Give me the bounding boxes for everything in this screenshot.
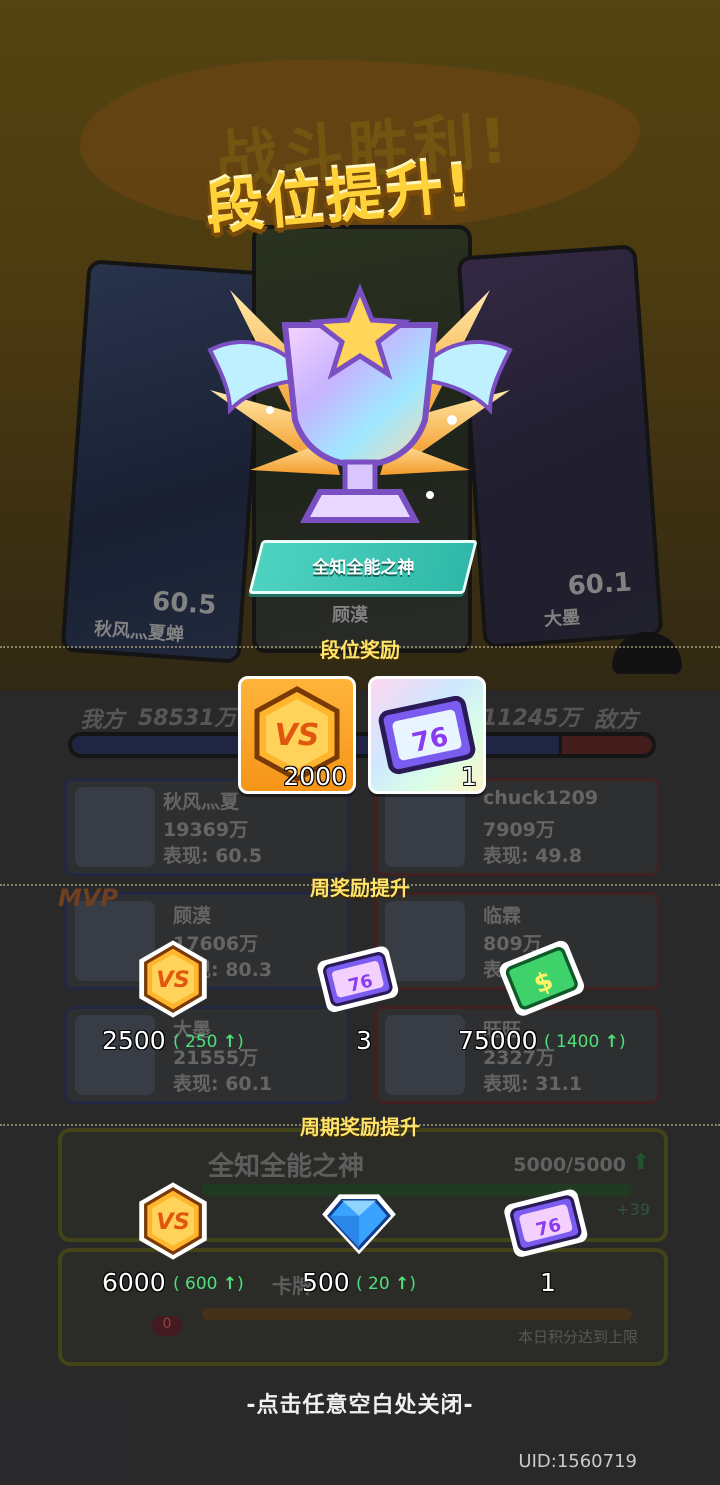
up-arrow-icon: ↑ (604, 1032, 619, 1052)
increase-value: 1400 (556, 1032, 600, 1052)
svg-text:VS: VS (156, 1209, 190, 1235)
close-hint[interactable]: -点击任意空白处关闭- (0, 1387, 720, 1419)
user-id: UID:1560719 (518, 1451, 637, 1472)
diamond-icon (322, 1194, 396, 1255)
cycle-vs-qty: 6000 (102, 1268, 166, 1297)
up-arrow-icon: ↑ (395, 1274, 410, 1294)
rank-reward-ticket: 76 1 (368, 676, 486, 794)
rank-name-banner: 全知全能之神 (248, 540, 478, 594)
weekly-vs-qty: 2500 (102, 1026, 166, 1055)
increase-value: 20 (368, 1274, 390, 1294)
cycle-diamond-qty: 500 (302, 1268, 350, 1297)
increase-value: 600 (185, 1274, 218, 1294)
trophy-icon (207, 283, 513, 523)
cycle-reward-title: 周期奖励提升 (300, 1115, 420, 1139)
up-arrow-icon: ↑ (222, 1274, 238, 1294)
increase-value: 250 (185, 1032, 218, 1052)
svg-text:VS: VS (156, 967, 190, 993)
cycle-vs-increase: ( 600 ↑) (173, 1274, 244, 1294)
up-arrow-icon: ↑ (222, 1032, 238, 1052)
rank-reward-vs-coin: VS 2000 (238, 676, 356, 794)
ticket-card-icon: 76 (504, 1189, 588, 1257)
ticket-card-icon: 76 (317, 946, 399, 1013)
rank-reward-title: 段位奖励 (320, 638, 400, 662)
reward-quantity: 2000 (283, 762, 347, 791)
vs-coin-icon: VS (139, 940, 207, 1018)
weekly-cash-qty: 75000 (458, 1026, 538, 1055)
weekly-cash-increase: ( 1400 ↑) (544, 1032, 626, 1052)
cash-icon: $ (499, 940, 585, 1016)
weekly-ticket-qty: 3 (356, 1026, 372, 1055)
svg-text:VS: VS (275, 718, 320, 753)
cycle-diamond-increase: ( 20 ↑) (356, 1274, 416, 1294)
reward-quantity: 1 (461, 762, 477, 791)
weekly-vs-increase: ( 250 ↑) (173, 1032, 244, 1052)
weekly-reward-title: 周奖励提升 (310, 876, 410, 900)
rank-name-label: 全知全能之神 (312, 558, 415, 578)
vs-coin-icon: VS (139, 1182, 207, 1260)
cycle-ticket-qty: 1 (540, 1268, 556, 1297)
